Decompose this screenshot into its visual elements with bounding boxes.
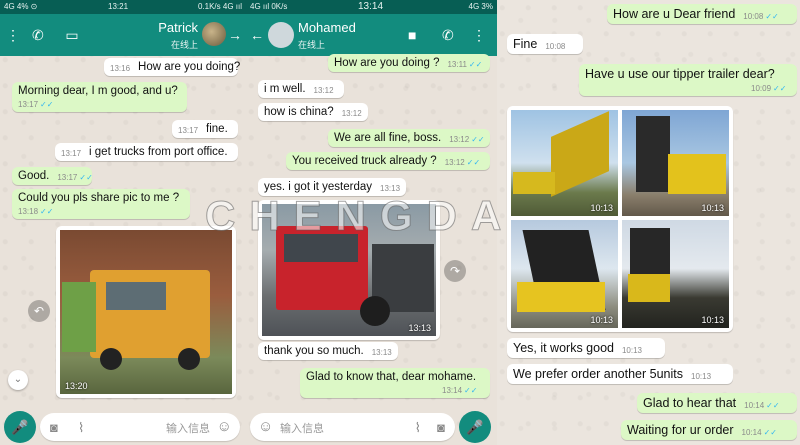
phone-icon[interactable]: ✆: [442, 27, 454, 43]
message-outgoing: We are all fine, boss. 13:12 ✓✓: [328, 129, 490, 147]
photo-album[interactable]: 10:13 10:13 10:13 10:13: [507, 106, 733, 332]
chat-header: ⋮ ✆ ▭ Patrick 在线上 →: [0, 14, 246, 56]
status-time: 13:14: [358, 1, 384, 12]
status-right: 0.1K/s 4G ııl: [197, 2, 242, 11]
trailer-photo[interactable]: 10:13: [622, 110, 729, 216]
message-incoming: Yes, it works good 10:13: [507, 338, 665, 358]
message-input[interactable]: ☺ 输入信息 ⌇ ◙: [250, 413, 455, 441]
phone-icon[interactable]: ✆: [32, 27, 44, 43]
status-left: 4G 4% ⊙: [4, 2, 38, 11]
photo-time: 13:20: [65, 381, 88, 391]
message-incoming: i m well. 13:12: [258, 80, 344, 98]
message-incoming: 13:17 i get trucks from port office.: [55, 143, 238, 161]
message-outgoing: How are u Dear friend 10:08 ✓✓: [607, 4, 797, 24]
truck-photo[interactable]: 13:20: [60, 230, 232, 394]
trailer-photo[interactable]: 10:13: [511, 110, 618, 216]
photo-message[interactable]: 13:13: [258, 200, 440, 340]
contact-name[interactable]: Patrick: [158, 20, 198, 35]
input-bar: ☺ 输入信息 ⌇ ◙ 🎤: [246, 407, 497, 445]
photo-time: 10:13: [701, 203, 724, 213]
camera-icon[interactable]: ◙: [50, 420, 58, 435]
message-outgoing: How are you doing ? 13:11 ✓✓: [328, 54, 490, 72]
contact-status: 在线上: [298, 40, 326, 50]
video-call-icon[interactable]: ▭: [62, 27, 82, 43]
avatar[interactable]: [202, 22, 226, 46]
more-menu-icon[interactable]: ⋮: [472, 27, 486, 43]
message-incoming: Fine 10:08: [507, 34, 583, 54]
contact-name[interactable]: Mohamed: [298, 20, 356, 35]
message-outgoing: Have u use our tipper trailer dear? 10:09…: [579, 64, 797, 96]
photo-time: 10:13: [701, 315, 724, 325]
status-left: 4G ııl 0K/s: [250, 2, 288, 11]
photo-time: 10:13: [590, 203, 613, 213]
photo-time: 13:13: [408, 323, 431, 333]
input-bar: 🎤 ◙ ⌇ 输入信息 ☺: [0, 407, 246, 445]
forward-icon[interactable]: ↷: [444, 260, 466, 282]
status-bar: 4G 4% ⊙ 13:21 0.1K/s 4G ııl: [0, 0, 246, 14]
scroll-down-icon[interactable]: ⌄: [8, 370, 28, 390]
emoji-icon[interactable]: ☺: [258, 418, 273, 435]
message-outgoing: You received truck already ? 13:12 ✓✓: [286, 152, 490, 170]
chat-panel-mohamed: 4G ııl 0K/s 13:14 4G 3% ← Mohamed 在线上 ■ …: [246, 0, 497, 445]
status-right: 4G 3%: [468, 2, 493, 11]
input-placeholder: 输入信息: [166, 423, 210, 435]
trailer-photo[interactable]: 10:13: [511, 220, 618, 328]
back-arrow-icon[interactable]: ←: [250, 27, 264, 43]
contact-status: 在线上: [170, 40, 198, 50]
mic-button[interactable]: 🎤: [459, 411, 491, 443]
message-incoming: 13:17 fine.: [172, 120, 238, 138]
video-call-icon[interactable]: ■: [408, 27, 416, 43]
forward-icon[interactable]: ↶: [28, 300, 50, 322]
message-outgoing: Waiting for ur order 10:14 ✓✓: [621, 420, 797, 440]
message-input[interactable]: ◙ ⌇ 输入信息 ☺: [40, 413, 240, 441]
message-outgoing: Good. 13:17 ✓✓: [12, 167, 93, 185]
camera-icon[interactable]: ◙: [437, 420, 445, 435]
message-outgoing: Could you pls share pic to me ? 13:18 ✓✓: [12, 189, 190, 219]
attach-icon[interactable]: ⌇: [415, 420, 421, 436]
chat-header: ← Mohamed 在线上 ■ ✆ ⋮: [246, 14, 497, 56]
trailer-photo[interactable]: 10:13: [622, 220, 729, 328]
message-outgoing: Morning dear, I m good, and u? 13:17 ✓✓: [12, 82, 187, 112]
attach-icon[interactable]: ⌇: [78, 420, 84, 436]
chat-panel-third: How are u Dear friend 10:08 ✓✓ Fine 10:08 H…: [497, 0, 800, 445]
message-incoming: 13:16 How are you doing?: [104, 58, 240, 76]
mic-button[interactable]: 🎤: [4, 411, 36, 443]
message-incoming: yes. i got it yesterday 13:13: [258, 178, 406, 196]
message-outgoing: Glad to hear that 10:14 ✓✓: [637, 393, 797, 413]
message-incoming: We prefer order another 5units 10:13: [507, 364, 733, 384]
truck-photo[interactable]: 13:13: [262, 204, 436, 336]
avatar[interactable]: [268, 22, 294, 48]
photo-time: 10:13: [590, 315, 613, 325]
more-menu-icon[interactable]: ⋮: [6, 27, 20, 43]
emoji-icon[interactable]: ☺: [217, 418, 232, 435]
photo-message[interactable]: 13:20: [56, 226, 236, 398]
input-placeholder: 输入信息: [280, 423, 324, 435]
message-incoming: thank you so much. 13:13: [258, 342, 398, 360]
chat-panel-patrick: 4G 4% ⊙ 13:21 0.1K/s 4G ııl ⋮ ✆ ▭ Patric…: [0, 0, 246, 445]
status-time: 13:21: [108, 2, 129, 11]
status-bar: 4G ııl 0K/s 13:14 4G 3%: [246, 0, 497, 14]
message-outgoing: Glad to know that, dear mohame. 13:14 ✓✓: [300, 368, 490, 398]
back-arrow-icon[interactable]: →: [228, 27, 242, 43]
message-incoming: how is china? 13:12: [258, 103, 368, 121]
